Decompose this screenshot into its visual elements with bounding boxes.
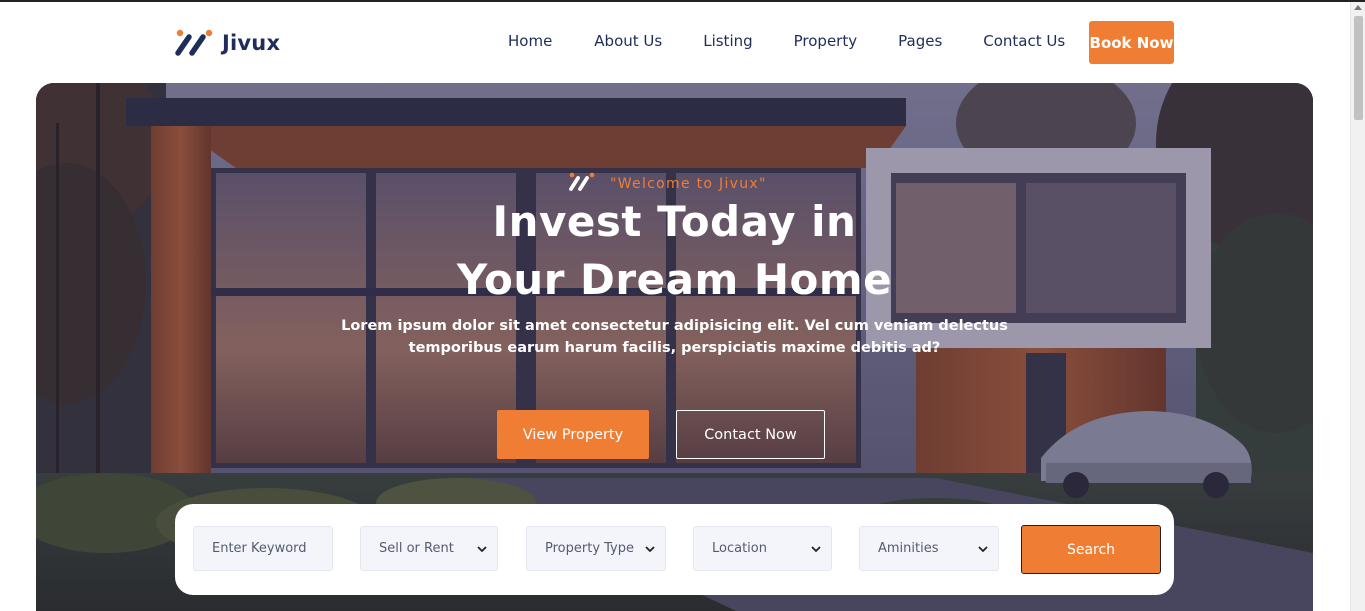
scroll-up-arrow-icon[interactable] — [1354, 5, 1362, 10]
nav-home[interactable]: Home — [508, 32, 552, 50]
chevron-down-icon — [643, 542, 657, 556]
page-scrollbar[interactable] — [1350, 2, 1365, 611]
amenities-select[interactable]: Aminities — [859, 526, 999, 571]
hero-subtitle-line-2: temporibus earum harum facilis, perspici… — [408, 340, 941, 356]
view-property-button[interactable]: View Property — [497, 410, 649, 459]
hero-section: "Welcome to Jivux" Invest Today in Your … — [36, 83, 1313, 611]
sell-or-rent-select[interactable]: Sell or Rent — [360, 526, 498, 571]
main-nav: Home About Us Listing Property Pages Con… — [508, 32, 1065, 50]
location-value: Location — [712, 541, 767, 556]
nav-contact-us[interactable]: Contact Us — [983, 32, 1065, 50]
contact-now-button[interactable]: Contact Now — [676, 410, 825, 459]
chevron-down-icon — [477, 546, 487, 553]
search-button[interactable]: Search — [1021, 525, 1161, 574]
amenities-value: Aminities — [878, 541, 939, 556]
nav-listing[interactable]: Listing — [703, 32, 752, 50]
property-type-select[interactable]: Property Type — [526, 526, 666, 571]
location-select[interactable]: Location — [693, 526, 832, 571]
brand-name: Jivux — [222, 31, 281, 55]
hero-title-line-2: Your Dream Home — [456, 255, 893, 304]
scroll-thumb[interactable] — [1354, 16, 1363, 120]
hero-title: Invest Today in Your Dream Home — [36, 193, 1313, 309]
property-search-panel: Enter Keyword Sell or Rent Property Type… — [175, 504, 1174, 595]
keyword-input[interactable]: Enter Keyword — [193, 526, 333, 571]
hero-title-line-1: Invest Today in — [492, 197, 857, 246]
chevron-down-icon — [811, 546, 821, 553]
site-header: Jivux Home About Us Listing Property Pag… — [0, 2, 1350, 82]
hero-subtitle: Lorem ipsum dolor sit amet consectetur a… — [336, 315, 1013, 359]
nav-property[interactable]: Property — [794, 32, 857, 50]
sell-or-rent-value: Sell or Rent — [379, 541, 454, 556]
hero-subtitle-line-1: Lorem ipsum dolor sit amet consectetur a… — [341, 318, 1008, 334]
nav-pages[interactable]: Pages — [898, 32, 942, 50]
book-now-button[interactable]: Book Now — [1089, 21, 1174, 64]
logo-icon — [174, 28, 214, 58]
logo[interactable]: Jivux — [174, 28, 280, 58]
property-type-value: Property Type — [545, 541, 635, 556]
nav-about-us[interactable]: About Us — [594, 32, 662, 50]
chevron-down-icon — [978, 546, 988, 553]
welcome-text: "Welcome to Jivux" — [610, 176, 767, 192]
